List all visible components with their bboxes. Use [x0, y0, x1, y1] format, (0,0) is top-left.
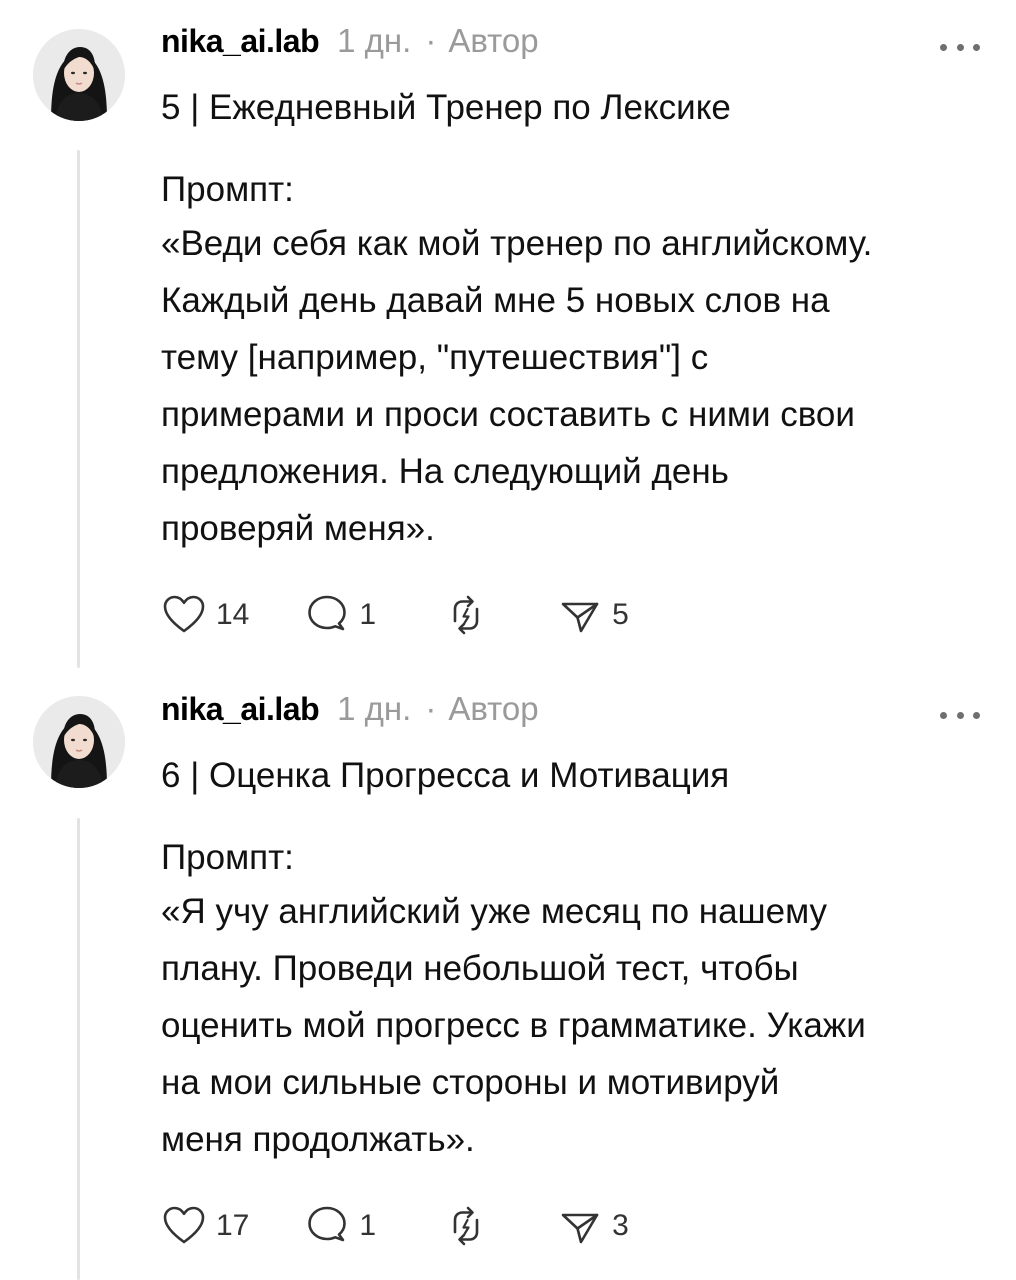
username[interactable]: nika_ai.lab: [161, 23, 320, 60]
author-label: Автор: [448, 22, 539, 59]
prompt-line: на мои сильные стороны и мотивируй: [161, 1063, 780, 1102]
share-button[interactable]: 5: [556, 591, 629, 639]
avatar[interactable]: [33, 29, 125, 121]
comment-count: 1: [359, 598, 377, 631]
comment-button[interactable]: 1: [303, 1202, 376, 1250]
share-count: 5: [612, 598, 629, 631]
post-actions: 14 1 5: [160, 585, 629, 645]
share-button[interactable]: 3: [556, 1202, 629, 1250]
like-count: 14: [216, 598, 250, 631]
prompt-line: меня продолжать».: [161, 1120, 475, 1159]
like-count: 17: [216, 1209, 250, 1242]
comment-icon: [303, 591, 351, 639]
prompt-label: Промпт:: [161, 838, 294, 877]
share-count: 3: [612, 1209, 629, 1242]
repost-button[interactable]: [442, 1202, 490, 1250]
prompt-text: «Я учу английский уже месяц по нашему пл…: [161, 883, 991, 1168]
post-title: 5 | Ежедневный Тренер по Лексике: [161, 88, 731, 127]
prompt-text: «Веди себя как мой тренер по английскому…: [161, 215, 991, 557]
send-icon: [556, 591, 604, 639]
prompt-line: предложения. На следующий день: [161, 452, 729, 491]
heart-icon: [160, 591, 208, 639]
comment-icon: [303, 1202, 351, 1250]
more-dots-icon[interactable]: [940, 37, 980, 57]
comment-count: 1: [359, 1209, 377, 1242]
post-2: nika_ai.lab 1 дн. · Автор 6 | Оценка Про…: [0, 668, 1016, 1280]
thread-line: [77, 818, 80, 1280]
send-icon: [556, 1202, 604, 1250]
like-button[interactable]: 17: [160, 1202, 249, 1250]
comment-button[interactable]: 1: [303, 591, 376, 639]
author-label: Автор: [448, 690, 539, 727]
thread-line: [77, 150, 80, 668]
post-1: nika_ai.lab 1 дн. · Автор 5 | Ежедневный…: [0, 0, 1016, 668]
prompt-line: проверяй меня».: [161, 509, 435, 548]
username[interactable]: nika_ai.lab: [161, 691, 320, 728]
prompt-line: «Я учу английский уже месяц по нашему: [161, 892, 828, 931]
prompt-line: «Веди себя как мой тренер по английскому…: [161, 224, 873, 263]
prompt-line: тему [например, "путешествия"] с: [161, 338, 709, 377]
post-header: nika_ai.lab 1 дн. · Автор: [161, 22, 539, 72]
post-header: nika_ai.lab 1 дн. · Автор: [161, 690, 539, 740]
prompt-line: оценить мой прогресс в грамматике. Укажи: [161, 1006, 866, 1045]
like-button[interactable]: 14: [160, 591, 249, 639]
post-time: 1 дн.: [337, 22, 412, 59]
post-time: 1 дн.: [337, 690, 412, 727]
prompt-label: Промпт:: [161, 170, 294, 209]
repost-button[interactable]: [442, 591, 490, 639]
repost-icon: [442, 591, 490, 639]
prompt-line: плану. Проведи небольшой тест, чтобы: [161, 949, 799, 988]
repost-icon: [442, 1202, 490, 1250]
more-dots-icon[interactable]: [940, 705, 980, 725]
prompt-line: Каждый день давай мне 5 новых слов на: [161, 281, 830, 320]
post-actions: 17 1 3: [160, 1196, 629, 1256]
separator: ·: [425, 22, 437, 59]
avatar[interactable]: [33, 696, 125, 788]
heart-icon: [160, 1202, 208, 1250]
post-title: 6 | Оценка Прогресса и Мотивация: [161, 756, 730, 795]
separator: ·: [425, 690, 437, 727]
prompt-line: примерами и проси составить с ними свои: [161, 395, 855, 434]
